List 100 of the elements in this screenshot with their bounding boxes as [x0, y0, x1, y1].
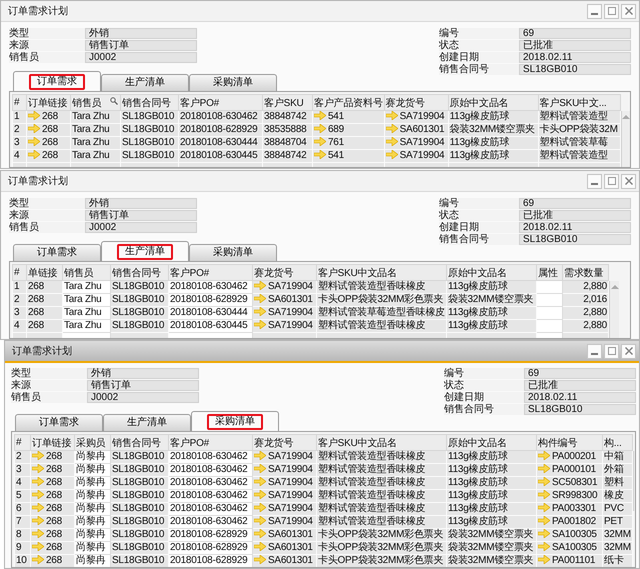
table-cell: SL18GB010 — [110, 516, 168, 528]
column-header[interactable]: 销售合同号 — [120, 94, 178, 110]
column-header[interactable]: 销售员 — [70, 94, 120, 110]
column-header[interactable]: 赛龙货号 — [252, 264, 316, 280]
table-cell: Tara Zhu — [70, 110, 120, 124]
column-header[interactable]: 原始中文品名 — [448, 94, 538, 110]
value-field[interactable]: 销售订单 — [85, 210, 197, 220]
column-header[interactable]: # — [12, 264, 26, 280]
value-field[interactable]: SL18GB010 — [519, 64, 631, 74]
table-cell: 塑料试管装造型香味橡皮 — [316, 476, 446, 490]
cell-text: SA719904 — [400, 111, 444, 122]
column-header[interactable]: 销售员 — [62, 264, 110, 280]
column-header[interactable]: 采购员 — [74, 434, 110, 450]
cell-text: 268 — [46, 516, 62, 527]
tab[interactable]: 生产清单 — [101, 74, 189, 91]
close-button[interactable] — [621, 4, 636, 18]
value-field[interactable]: 已批准 — [524, 380, 636, 390]
table-cell: 20180108-630462 — [168, 502, 252, 516]
table-cell: 20180108-628929 — [178, 124, 262, 136]
value-field[interactable]: 69 — [519, 28, 631, 38]
table-cell: 113g橡皮筋球 — [446, 450, 536, 464]
value-field[interactable]: J0002 — [87, 392, 199, 402]
value-field[interactable]: 69 — [519, 198, 631, 208]
minimize-button[interactable] — [587, 4, 602, 18]
column-header[interactable]: 销售合同号 — [110, 264, 168, 280]
tab[interactable]: 采购清单 — [189, 74, 277, 91]
table-cell: 4 — [12, 150, 26, 162]
value-field[interactable]: 外销 — [87, 368, 199, 378]
column-header[interactable]: # — [12, 94, 26, 110]
table-cell: SL18GB010 — [110, 280, 168, 294]
table-cell: 尚黎冉 — [74, 490, 110, 502]
minimize-button[interactable] — [587, 344, 602, 358]
value-field[interactable]: SL18GB010 — [519, 234, 631, 244]
arrow-icon — [254, 490, 266, 499]
value-field[interactable]: 69 — [524, 368, 636, 378]
table-cell: 20180108-628929 — [168, 542, 252, 554]
arrow-icon — [254, 516, 266, 525]
field-label: 创建日期 — [444, 392, 524, 402]
column-header[interactable]: # — [14, 434, 30, 450]
column-header[interactable]: 客户SKU — [262, 94, 312, 110]
tab[interactable]: 采购清单 — [189, 244, 277, 261]
column-header[interactable]: 客户产品资料号 — [312, 94, 384, 110]
arrow-icon — [538, 451, 550, 460]
tab[interactable]: 生产清单 — [101, 241, 189, 261]
field-label: 创建日期 — [439, 222, 519, 232]
column-header[interactable]: 需求数量 — [562, 264, 608, 280]
maximize-button[interactable] — [604, 174, 619, 188]
column-header[interactable]: 客户PO# — [178, 94, 262, 110]
column-header[interactable]: 客户PO# — [168, 264, 252, 280]
value-field[interactable]: J0002 — [85, 52, 197, 62]
column-header[interactable]: 属性 — [536, 264, 562, 280]
value-field[interactable]: 已批准 — [519, 40, 631, 50]
column-header[interactable]: 原始中文品名 — [446, 434, 536, 450]
value-field[interactable]: 2018.02.11 — [519, 52, 631, 62]
column-header[interactable]: 单链接 — [26, 264, 62, 280]
column-header[interactable]: 客户SKU中文... — [538, 94, 620, 110]
maximize-button[interactable] — [604, 4, 619, 18]
value-field[interactable]: SL18GB010 — [524, 404, 636, 414]
column-header[interactable]: 构... — [602, 434, 632, 450]
field-label: 销售员 — [11, 392, 87, 402]
value-field[interactable]: J0002 — [85, 222, 197, 232]
tab[interactable]: 订单需求 — [15, 414, 103, 431]
column-header[interactable]: 订单链接 — [26, 94, 70, 110]
column-header[interactable]: 销售合同号 — [110, 434, 168, 450]
table-cell: SL18GB010 — [110, 554, 168, 567]
table-cell: 20180108-630462 — [168, 476, 252, 490]
column-header[interactable]: 赛龙货号 — [252, 434, 316, 450]
table-cell: SL18GB010 — [120, 150, 178, 162]
column-header[interactable]: 客户SKU中文品名 — [316, 264, 446, 280]
maximize-button[interactable] — [604, 344, 619, 358]
field-label: 创建日期 — [439, 52, 519, 62]
value-field[interactable]: 2018.02.11 — [519, 222, 631, 232]
value-field[interactable]: 销售订单 — [87, 380, 199, 390]
tab[interactable]: 订单需求 — [13, 244, 101, 261]
table-cell: 20180108-630462 — [178, 110, 262, 124]
value-field[interactable]: 外销 — [85, 28, 197, 38]
tab[interactable]: 生产清单 — [103, 414, 191, 431]
close-button[interactable] — [621, 344, 636, 358]
column-header[interactable]: 客户SKU中文品名 — [316, 434, 446, 450]
tab[interactable]: 订单需求 — [13, 71, 101, 91]
column-header[interactable]: 原始中文品名 — [446, 264, 536, 280]
close-icon — [624, 177, 632, 185]
value-field[interactable]: 外销 — [85, 198, 197, 208]
table-cell: 袋装32MM镂空票夹 — [448, 124, 538, 136]
minimize-button[interactable] — [587, 174, 602, 188]
arrow-icon — [386, 124, 398, 133]
value-field[interactable]: 2018.02.11 — [524, 392, 636, 402]
column-header[interactable]: 客户PO# — [168, 434, 252, 450]
maximize-icon — [608, 177, 616, 185]
close-button[interactable] — [621, 174, 636, 188]
value-field[interactable]: 销售订单 — [85, 40, 197, 50]
column-header[interactable]: 订单链接 — [30, 434, 74, 450]
table-cell: 2,880 — [562, 306, 608, 320]
cell-text: SA601301 — [268, 542, 313, 553]
column-header[interactable]: 赛龙货号 — [384, 94, 448, 110]
value-field[interactable]: 已批准 — [519, 210, 631, 220]
tab[interactable]: 采购清单 — [191, 411, 279, 431]
column-header[interactable]: 构件编号 — [536, 434, 602, 450]
table-cell: 塑料试管装草莓造型香味橡皮 — [316, 306, 446, 320]
table-cell: SL18GB010 — [110, 450, 168, 464]
